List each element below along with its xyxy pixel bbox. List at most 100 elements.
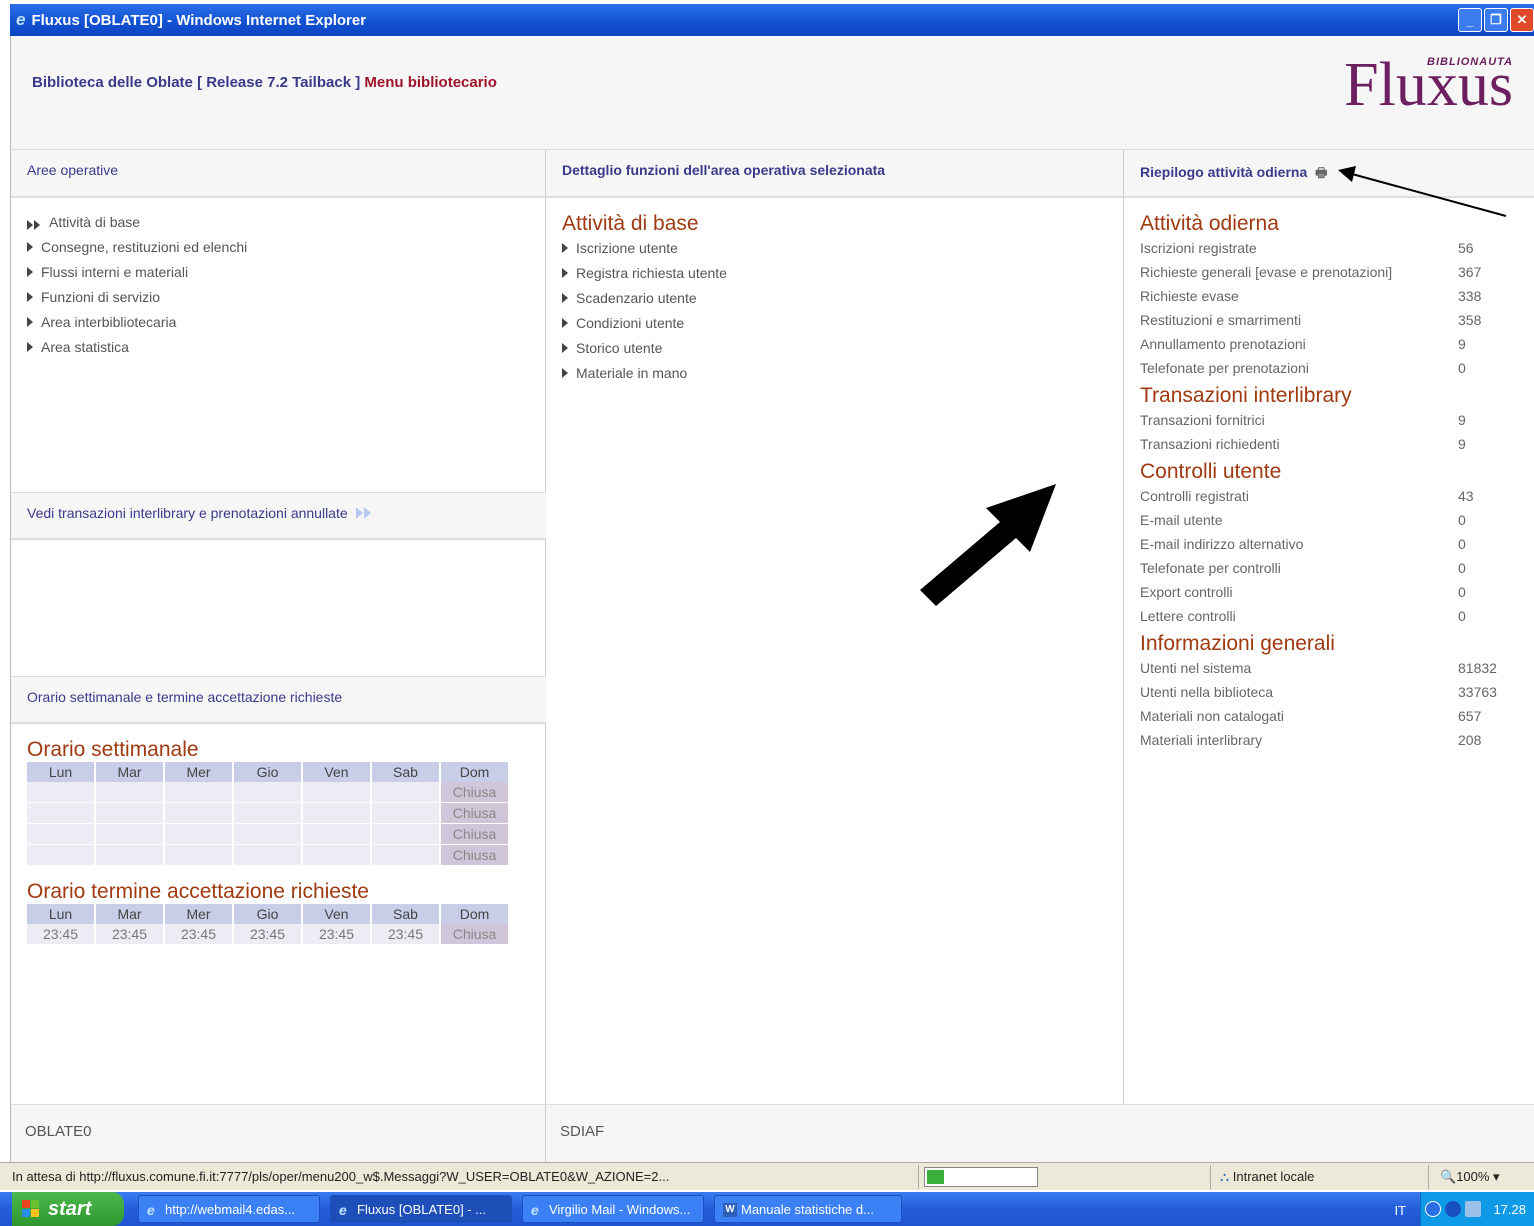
function-list: Iscrizione utente Registra richiesta ute… (562, 240, 1123, 390)
summary-label: Utenti nella biblioteca (1140, 684, 1274, 700)
summary-label: E-mail utente (1140, 512, 1223, 528)
summary-label: Transazioni richiedenti (1140, 436, 1280, 452)
schedule-header: Orario settimanale e termine accettazion… (11, 676, 546, 724)
footer-system: SDIAF (546, 1104, 1534, 1162)
schedule-cell (165, 803, 232, 824)
area-item[interactable]: Funzioni di servizio (27, 289, 545, 314)
window-title-bar[interactable]: e Fluxus [OBLATE0] - Windows Internet Ex… (10, 4, 1534, 36)
summary-label: Export controlli (1140, 584, 1233, 600)
network-icon[interactable] (1445, 1201, 1461, 1217)
summary-value: 358 (1458, 312, 1482, 328)
double-arrow-icon (27, 217, 41, 234)
deadline-schedule-title: Orario termine accettazione richieste (27, 880, 369, 903)
footer-user: OBLATE0 (11, 1104, 546, 1162)
start-button[interactable]: start (12, 1192, 124, 1226)
weekly-schedule: Orario settimanale Lun Mar Mer Gio Ven Sab Dom… (27, 738, 510, 866)
summary-row: Richieste generali [evase e prenotazioni… (1140, 264, 1534, 288)
schedule-cell (234, 824, 301, 845)
double-arrow-icon[interactable] (355, 505, 372, 521)
status-divider (918, 1165, 919, 1189)
schedule-row: Chiusa (27, 845, 508, 866)
summary-group-title: Controlli utente (1140, 460, 1282, 483)
zoom-control[interactable]: 🔍100% ▾ (1440, 1169, 1500, 1185)
weekly-schedule-table: Lun Mar Mer Gio Ven Sab Dom Chiusa Chiusa Chiusa… (25, 762, 510, 866)
close-button[interactable]: ✕ (1510, 8, 1534, 32)
tray-chevron-icon[interactable] (1425, 1201, 1441, 1217)
area-item[interactable]: Attività di base (27, 214, 545, 239)
intranet-icon: ⛬ (1220, 1169, 1230, 1184)
day-header: Ven (303, 904, 370, 924)
summary-label: Transazioni fornitrici (1140, 412, 1265, 428)
interlibrary-link[interactable]: Vedi transazioni interlibrary e prenotaz… (27, 505, 348, 521)
function-item[interactable]: Iscrizione utente (562, 240, 1123, 265)
ie-icon: e (339, 1202, 347, 1218)
summary-value: 657 (1458, 708, 1482, 724)
operational-areas-list: Attività di base Consegne, restituzioni … (11, 198, 545, 364)
summary-row: Telefonate per prenotazioni 0 (1140, 360, 1534, 384)
summary-label: Annullamento prenotazioni (1140, 336, 1306, 352)
taskbar-item[interactable]: e Virgilio Mail - Windows... (522, 1195, 704, 1223)
schedule-row: Chiusa (27, 782, 508, 803)
print-icon[interactable]: 🖶 (1315, 164, 1327, 186)
schedule-cell (27, 803, 94, 824)
schedule-cell (372, 845, 439, 866)
day-header: Sab (372, 904, 439, 924)
summary-row: Utenti nella biblioteca 33763 (1140, 684, 1534, 708)
left-column: Aree operative Attività di base Consegne… (11, 150, 546, 1104)
summary-label: Materiali non catalogati (1140, 708, 1284, 724)
day-header: Dom (441, 762, 508, 782)
ie-icon: e (16, 10, 26, 29)
arrow-right-icon (562, 243, 568, 253)
summary-row: Export controlli 0 (1140, 584, 1534, 608)
schedule-cell (165, 824, 232, 845)
arrow-right-icon (562, 318, 568, 328)
summary-label: E-mail indirizzo alternativo (1140, 536, 1304, 552)
deadline-cell: 23:45 (234, 924, 301, 945)
summary-value: 367 (1458, 264, 1482, 280)
schedule-cell (96, 845, 163, 866)
summary-label: Controlli registrati (1140, 488, 1249, 504)
summary-label: Telefonate per prenotazioni (1140, 360, 1309, 376)
language-indicator[interactable]: IT (1394, 1203, 1406, 1218)
arrow-right-icon (562, 343, 568, 353)
function-item[interactable]: Storico utente (562, 340, 1123, 365)
schedule-cell: Chiusa (441, 824, 508, 845)
function-item[interactable]: Condizioni utente (562, 315, 1123, 340)
area-item[interactable]: Consegne, restituzioni ed elenchi (27, 239, 545, 264)
area-item[interactable]: Flussi interni e materiali (27, 264, 545, 289)
taskbar-item[interactable]: e http://webmail4.edas... (138, 1195, 320, 1223)
day-header: Gio (234, 904, 301, 924)
area-item[interactable]: Area statistica (27, 339, 545, 364)
restore-button[interactable]: ❐ (1484, 8, 1508, 32)
day-header: Dom (441, 904, 508, 924)
weekly-schedule-title: Orario settimanale (27, 738, 199, 761)
daily-summary: Attività odierna Iscrizioni registrate 56 R… (1124, 198, 1534, 756)
word-icon: W (723, 1203, 737, 1217)
interlibrary-link-bar[interactable]: Vedi transazioni interlibrary e prenotaz… (11, 492, 546, 540)
schedule-row: Chiusa (27, 824, 508, 845)
summary-row: Controlli registrati 43 (1140, 488, 1534, 512)
function-item[interactable]: Materiale in mano (562, 365, 1123, 390)
ie-icon: e (531, 1202, 539, 1218)
right-column: Riepilogo attività odierna 🖶 Attività od… (1124, 150, 1534, 1104)
security-zone[interactable]: ⛬ Intranet locale (1220, 1169, 1314, 1185)
library-name[interactable]: Biblioteca delle Oblate (32, 74, 193, 91)
day-header: Lun (27, 904, 94, 924)
monitor-icon[interactable] (1465, 1201, 1481, 1217)
summary-row: Telefonate per controlli 0 (1140, 560, 1534, 584)
area-item[interactable]: Area interbibliotecaria (27, 314, 545, 339)
summary-row: Utenti nel sistema 81832 (1140, 660, 1534, 684)
minimize-button[interactable]: _ (1458, 8, 1482, 32)
clock: 17.28 (1493, 1202, 1526, 1217)
summary-value: 0 (1458, 560, 1466, 576)
deadline-schedule: Orario termine accettazione richieste Lu… (27, 880, 510, 945)
schedule-cell (303, 845, 370, 866)
taskbar-item[interactable]: W Manuale statistiche d... (714, 1195, 902, 1223)
schedule-cell (303, 803, 370, 824)
function-item[interactable]: Scadenzario utente (562, 290, 1123, 315)
menu-label[interactable]: Menu bibliotecario (364, 74, 497, 91)
day-header: Lun (27, 762, 94, 782)
function-item[interactable]: Registra richiesta utente (562, 265, 1123, 290)
day-header: Mer (165, 904, 232, 924)
taskbar-item[interactable]: e Fluxus [OBLATE0] - ... (330, 1195, 512, 1223)
